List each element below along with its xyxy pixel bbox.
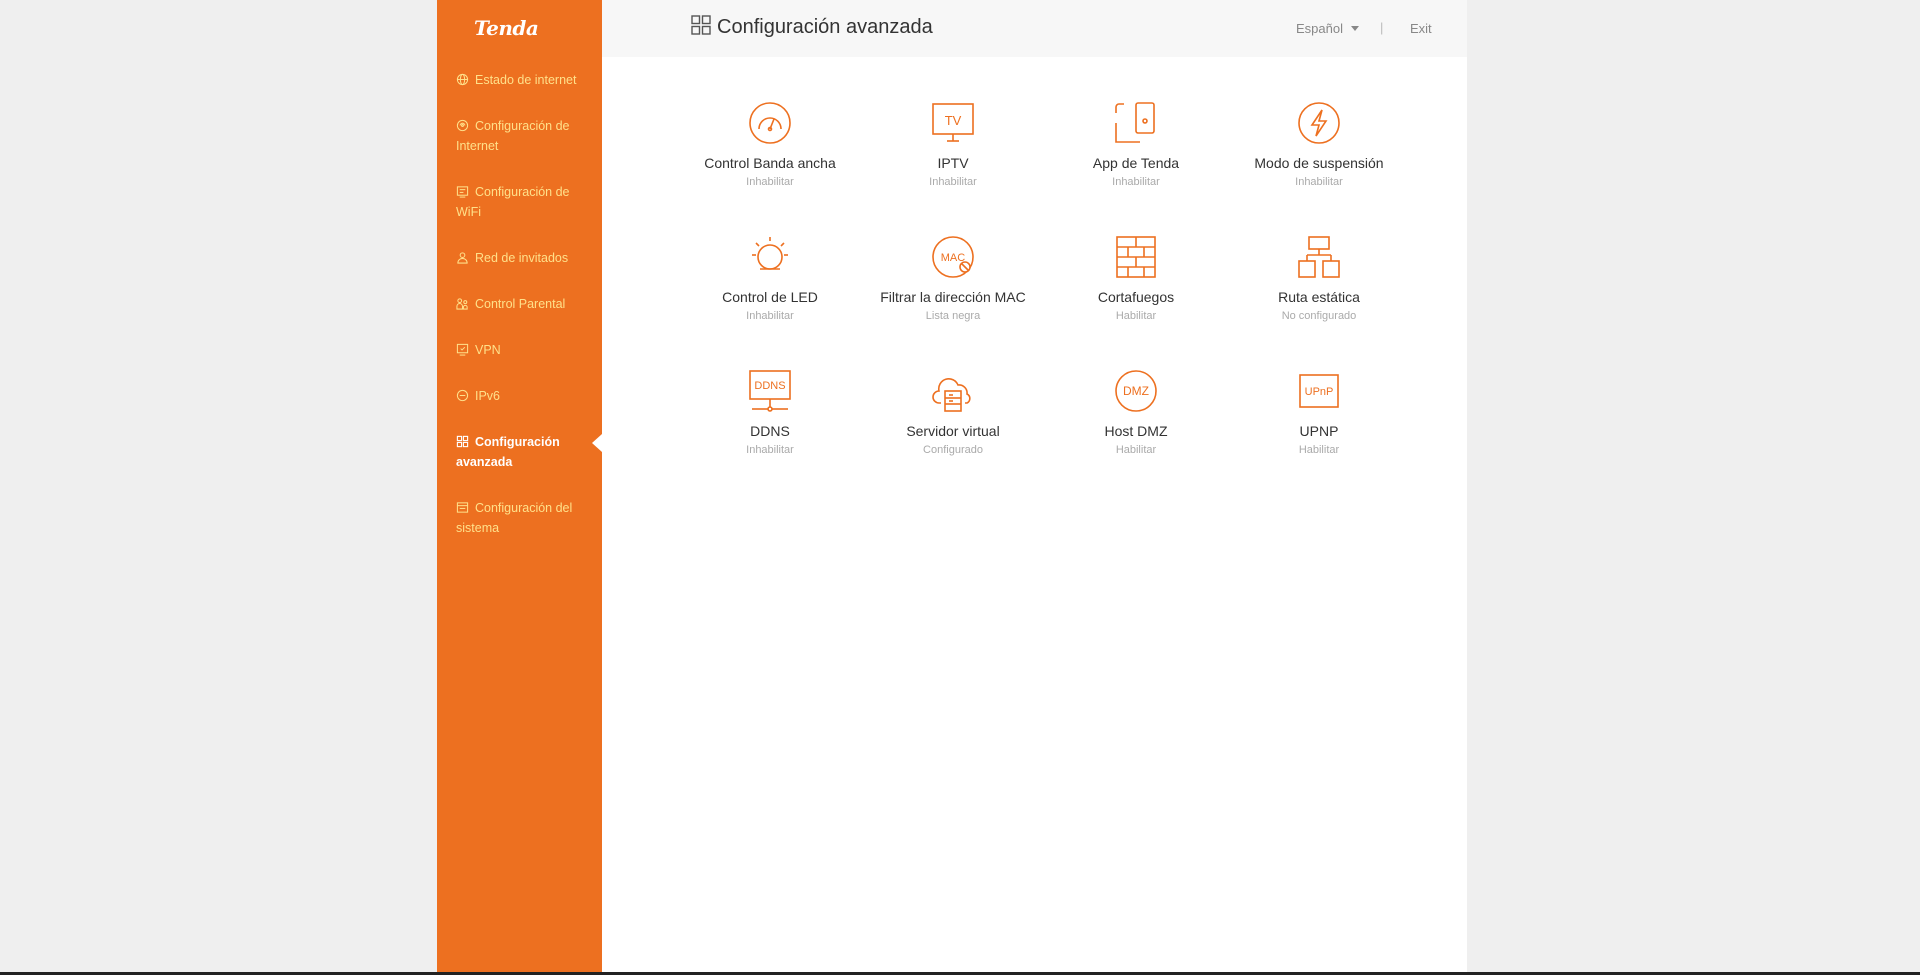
mac-filter-icon: MAC: [931, 235, 975, 279]
led-icon: [748, 235, 792, 279]
sidebar-item-label: Configuración avanzada: [456, 435, 560, 469]
system-icon: [456, 501, 469, 514]
chevron-down-icon: [1350, 26, 1359, 31]
tile-status: Inhabilitar: [746, 444, 794, 456]
grid-icon: [456, 435, 469, 448]
tile-status: Inhabilitar: [746, 176, 794, 188]
tile-bandwidth-control[interactable]: Control Banda ancha Inhabilitar: [685, 101, 855, 211]
app-icon: [1114, 101, 1158, 145]
speedometer-icon: [748, 101, 792, 145]
tile-dmz-host[interactable]: DMZ Host DMZ Habilitar: [1051, 369, 1221, 479]
exit-link[interactable]: Exit: [1410, 21, 1432, 36]
tile-name: IPTV: [937, 155, 969, 171]
guest-icon: [456, 251, 469, 264]
tile-sleep-mode[interactable]: Modo de suspensión Inhabilitar: [1234, 101, 1404, 211]
tile-name: Control Banda ancha: [704, 155, 836, 171]
tile-tenda-app[interactable]: App de Tenda Inhabilitar: [1051, 101, 1221, 211]
tile-status: Inhabilitar: [929, 176, 977, 188]
sidebar-item-label: Estado de internet: [475, 73, 577, 87]
tile-mac-filter[interactable]: MAC Filtrar la dirección MAC Lista negra: [868, 235, 1038, 345]
mac-icon-text: MAC: [941, 252, 966, 264]
tile-name: Control de LED: [722, 289, 818, 305]
tile-status: Configurado: [923, 444, 983, 456]
header: Configuración avanzada Español | Exit: [602, 0, 1467, 57]
tile-name: Cortafuegos: [1097, 289, 1175, 305]
tile-name: Modo de suspensión: [1254, 155, 1384, 171]
tile-status: Habilitar: [1115, 444, 1157, 456]
dmz-icon-text: DMZ: [1123, 384, 1149, 398]
tile-name: Host DMZ: [1104, 423, 1168, 439]
tile-status: Habilitar: [1115, 310, 1157, 322]
sidebar-item-ipv6[interactable]: IPv6: [456, 386, 596, 406]
firewall-icon: [1114, 235, 1158, 279]
tv-icon: TV: [931, 101, 975, 145]
tile-static-route[interactable]: Ruta estática No configurado: [1234, 235, 1404, 345]
sidebar: Tenda Estado de internet Configuración d…: [437, 0, 602, 972]
sidebar-item-label: Control Parental: [475, 297, 566, 311]
cloud-server-icon: [931, 369, 975, 413]
tile-name: Servidor virtual: [906, 423, 1000, 439]
tile-status: No configurado: [1281, 310, 1357, 322]
tile-name: UPNP: [1299, 423, 1339, 439]
sidebar-item-wifi-settings[interactable]: Configuración de WiFi: [456, 182, 596, 222]
upnp-icon: UPnP: [1297, 369, 1341, 413]
lightning-icon: [1297, 101, 1341, 145]
sidebar-item-label: IPv6: [475, 389, 501, 403]
static-route-icon: [1297, 235, 1341, 279]
tile-iptv[interactable]: TV IPTV Inhabilitar: [868, 101, 1038, 211]
language-label: Español: [1296, 21, 1343, 36]
tile-status: Lista negra: [925, 310, 981, 322]
wifi-settings-icon: [456, 185, 469, 198]
app-window: Tenda Estado de internet Configuración d…: [437, 0, 1467, 972]
tile-status: Inhabilitar: [1112, 176, 1160, 188]
ddns-icon-text: DDNS: [754, 380, 785, 392]
sidebar-item-parental-control[interactable]: Control Parental: [456, 294, 596, 314]
tile-name: Ruta estática: [1278, 289, 1360, 305]
tile-status: Habilitar: [1298, 444, 1340, 456]
sidebar-item-label: Configuración de Internet: [456, 119, 570, 153]
page-title-wrap: Configuración avanzada: [690, 14, 933, 41]
sidebar-item-internet-status[interactable]: Estado de internet: [456, 70, 596, 90]
sidebar-item-system-settings[interactable]: Configuración del sistema: [456, 498, 596, 538]
sidebar-item-label: Red de invitados: [475, 251, 569, 265]
tile-virtual-server[interactable]: Servidor virtual Configurado: [868, 369, 1038, 479]
sidebar-item-label: Configuración de WiFi: [456, 185, 570, 219]
sidebar-item-vpn[interactable]: VPN: [456, 340, 596, 360]
ddns-icon: DDNS: [748, 369, 792, 413]
header-separator: |: [1380, 20, 1384, 35]
globe-icon: [456, 73, 469, 86]
sidebar-item-guest-network[interactable]: Red de invitados: [456, 248, 596, 268]
tile-upnp[interactable]: UPnP UPNP Habilitar: [1234, 369, 1404, 479]
language-select[interactable]: Español: [1296, 21, 1359, 36]
sidebar-item-label: Configuración del sistema: [456, 501, 573, 535]
tenda-logo: Tenda: [474, 16, 539, 40]
tile-led-control[interactable]: Control de LED Inhabilitar: [685, 235, 855, 345]
active-item-pointer: [592, 434, 602, 452]
dmz-icon: DMZ: [1114, 369, 1158, 413]
tile-name: App de Tenda: [1092, 155, 1180, 171]
vpn-icon: [456, 343, 469, 356]
tile-ddns[interactable]: DDNS DDNS Inhabilitar: [685, 369, 855, 479]
parental-icon: [456, 297, 469, 310]
tile-firewall[interactable]: Cortafuegos Habilitar: [1051, 235, 1221, 345]
sidebar-item-advanced-settings[interactable]: Configuración avanzada: [456, 432, 596, 472]
grid-icon: [690, 14, 717, 41]
sidebar-item-label: VPN: [475, 343, 501, 357]
tv-icon-text: TV: [945, 113, 962, 128]
tile-status: Inhabilitar: [746, 310, 794, 322]
tile-name: Filtrar la dirección MAC: [880, 289, 1026, 305]
ipv6-icon: [456, 389, 469, 402]
sidebar-item-internet-settings[interactable]: Configuración de Internet: [456, 116, 596, 156]
upnp-icon-text: UPnP: [1305, 386, 1334, 398]
page-title: Configuración avanzada: [717, 16, 933, 38]
tile-status: Inhabilitar: [1295, 176, 1343, 188]
internet-settings-icon: [456, 119, 469, 132]
tile-name: DDNS: [750, 423, 790, 439]
